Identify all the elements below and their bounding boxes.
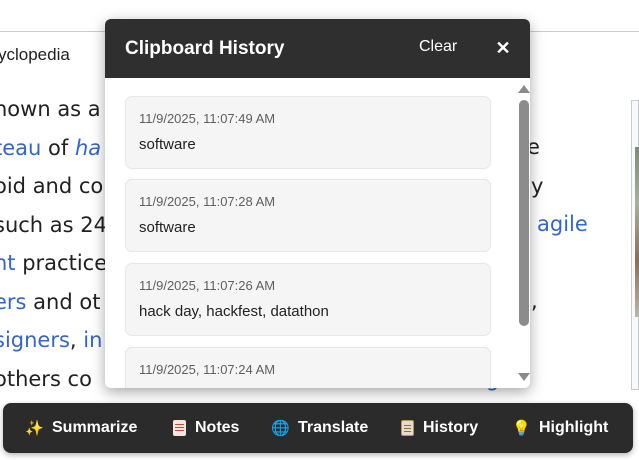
article-text: ,: [69, 328, 84, 352]
lightbulb-icon: 💡: [512, 419, 531, 437]
popup-header: Clipboard History Clear ✕: [105, 19, 530, 78]
article-line: oid and co: [0, 167, 107, 206]
article-line: such as 24: [0, 206, 107, 245]
history-label: History: [423, 419, 479, 436]
clipboard-entry[interactable]: 11/9/2025, 11:07:28 AM software: [125, 179, 491, 252]
entry-timestamp: 11/9/2025, 11:07:26 AM: [139, 278, 276, 293]
infobox-image: [635, 147, 639, 317]
summarize-button[interactable]: ✨ Summarize: [25, 403, 137, 453]
popup-scrollbar[interactable]: [514, 78, 530, 388]
site-tagline: yclopedia: [0, 45, 70, 64]
article-link-fragment[interactable]: agile: [537, 212, 588, 236]
article-line: signers, in: [0, 321, 107, 360]
entry-text: hack day, hackfest, datathon: [139, 303, 329, 320]
article-text: nown as a: [0, 97, 101, 121]
article-link[interactable]: teau: [0, 136, 41, 160]
translate-label: Translate: [298, 419, 369, 436]
article-line: ers and ot: [0, 283, 107, 322]
globe-icon: 🌐: [271, 419, 290, 437]
article-link[interactable]: in: [83, 328, 102, 352]
article-link[interactable]: ha: [75, 136, 101, 160]
highlight-label: Highlight: [539, 419, 609, 436]
article-text: practice: [15, 251, 108, 275]
article-text: others co: [0, 366, 92, 391]
article-body: nown as a teau of ha oid and co such as …: [0, 90, 107, 398]
article-line: nt practice: [0, 244, 107, 283]
article-text-fragment: ,: [531, 289, 538, 313]
entry-timestamp: 11/9/2025, 11:07:28 AM: [139, 194, 276, 209]
clipboard-entry[interactable]: 11/9/2025, 11:07:49 AM software: [125, 96, 491, 169]
article-text: oid and co: [0, 174, 104, 198]
article-text: such as 24: [0, 212, 107, 237]
notes-label: Notes: [195, 419, 240, 436]
scroll-down-icon[interactable]: [518, 373, 530, 381]
summarize-label: Summarize: [52, 419, 138, 436]
notes-icon: [173, 420, 186, 436]
entry-text: software: [139, 136, 196, 153]
clipboard-entry[interactable]: 11/9/2025, 11:07:24 AM: [125, 347, 491, 388]
bottom-toolbar: ✨ Summarize Notes 🌐 Translate History 💡 …: [3, 403, 633, 453]
article-link[interactable]: nt: [0, 251, 16, 275]
scroll-thumb[interactable]: [519, 100, 529, 326]
infobox-image-edge: [631, 100, 639, 390]
history-button[interactable]: History: [401, 403, 478, 453]
close-icon[interactable]: ✕: [493, 36, 513, 60]
entry-text: software: [139, 219, 196, 236]
article-line: nown as a: [0, 90, 107, 129]
entry-timestamp: 11/9/2025, 11:07:24 AM: [139, 362, 276, 377]
article-text: of: [41, 135, 75, 160]
clipboard-entry[interactable]: 11/9/2025, 11:07:26 AM hack day, hackfes…: [125, 263, 491, 336]
notes-button[interactable]: Notes: [173, 403, 239, 453]
clipboard-icon: [401, 420, 414, 436]
clipboard-entry-list[interactable]: 11/9/2025, 11:07:49 AM software 11/9/202…: [105, 78, 515, 388]
entry-timestamp: 11/9/2025, 11:07:49 AM: [139, 111, 276, 126]
popup-title: Clipboard History: [125, 38, 285, 59]
article-text: and ot: [26, 289, 101, 314]
scroll-up-icon[interactable]: [518, 85, 530, 93]
article-text-fragment: y: [531, 174, 544, 198]
sparkles-icon: ✨: [25, 419, 44, 437]
article-line: others co: [0, 360, 107, 399]
article-line: teau of ha: [0, 129, 107, 168]
translate-button[interactable]: 🌐 Translate: [271, 403, 368, 453]
highlight-button[interactable]: 💡 Highlight: [512, 403, 608, 453]
clear-button[interactable]: Clear: [419, 38, 457, 56]
clipboard-history-popup: Clipboard History Clear ✕ 11/9/2025, 11:…: [105, 19, 530, 388]
article-link[interactable]: signers: [0, 328, 70, 352]
article-link[interactable]: ers: [0, 290, 27, 314]
